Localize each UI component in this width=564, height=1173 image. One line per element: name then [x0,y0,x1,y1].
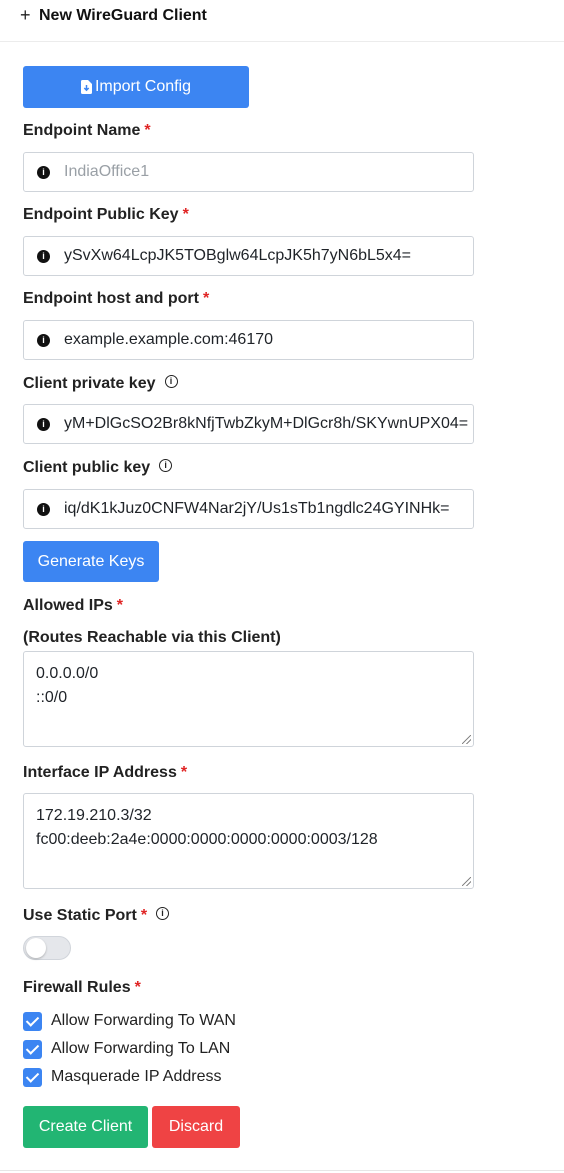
info-icon[interactable]: i [37,503,50,516]
endpoint-public-key-label: Endpoint Public Key * [23,206,189,224]
rule-masquerade[interactable]: Masquerade IP Address [23,1067,221,1087]
info-outline-icon[interactable]: i [164,375,178,389]
endpoint-public-key-label-text: Endpoint Public Key [23,206,179,223]
info-outline-icon[interactable]: i [159,459,173,473]
endpoint-host-port-input[interactable] [64,321,469,359]
info-icon[interactable]: i [37,166,50,179]
plus-icon: + [20,5,31,25]
interface-ip-label: Interface IP Address * [23,764,187,782]
allowed-ips-sublabel: (Routes Reachable via this Client) [23,629,281,646]
allowed-ips-label: Allowed IPs * [23,597,123,615]
discard-button[interactable]: Discard [152,1106,240,1148]
page-title: New WireGuard Client [39,7,207,24]
generate-keys-button[interactable]: Generate Keys [23,541,159,582]
endpoint-name-input[interactable] [64,153,469,191]
endpoint-host-port-label: Endpoint host and port * [23,290,209,308]
divider [0,1170,564,1171]
info-outline-icon[interactable]: i [156,907,170,921]
import-config-button[interactable]: Import Config [23,66,249,108]
interface-ip-line: fc00:deeb:2a4e:0000:0000:0000:0000:0003/… [36,831,378,848]
client-private-key-label: Client private key i [23,375,178,393]
endpoint-host-port-label-text: Endpoint host and port [23,290,199,307]
import-config-label: Import Config [94,78,192,95]
allowed-ip-line: 0.0.0.0/0 [36,665,99,682]
required-mark: * [202,290,210,307]
checkbox-checked-icon[interactable] [23,1039,42,1059]
client-public-key-label-text: Client public key [23,459,151,476]
endpoint-name-label: Endpoint Name * [23,122,151,140]
client-private-key-label-text: Client private key [23,375,156,392]
rule-label: Allow Forwarding To LAN [51,1040,231,1057]
info-icon[interactable]: i [37,418,50,431]
required-mark: * [134,979,141,996]
resize-handle-icon[interactable] [462,877,471,886]
allowed-ip-line: ::0/0 [36,689,68,706]
interface-ip-label-text: Interface IP Address [23,764,177,781]
required-mark: * [180,764,188,781]
rule-forward-lan[interactable]: Allow Forwarding To LAN [23,1039,230,1059]
checkbox-checked-icon[interactable] [23,1011,42,1031]
endpoint-public-key-input[interactable] [64,237,469,275]
client-public-key-label: Client public key i [23,459,173,477]
rule-label: Allow Forwarding To WAN [51,1012,236,1029]
create-client-button[interactable]: Create Client [23,1106,148,1148]
allowed-ips-textarea[interactable]: 0.0.0.0/0 ::0/0 [23,651,474,747]
resize-handle-icon[interactable] [462,735,471,744]
allowed-ips-label-text: Allowed IPs [23,597,113,614]
client-private-key-field: i [23,404,474,444]
rule-label: Masquerade IP Address [51,1068,222,1085]
checkbox-checked-icon[interactable] [23,1067,42,1087]
endpoint-host-port-field: i [23,320,474,360]
static-port-toggle[interactable] [23,936,71,960]
rule-forward-wan[interactable]: Allow Forwarding To WAN [23,1011,236,1031]
info-icon[interactable]: i [37,250,50,263]
page-header: + New WireGuard Client [0,0,564,42]
required-mark: * [182,206,189,223]
endpoint-public-key-field: i [23,236,474,276]
endpoint-name-label-text: Endpoint Name [23,122,141,139]
firewall-rules-label: Firewall Rules * [23,979,141,997]
static-port-label-text: Use Static Port [23,907,137,924]
required-mark: * [116,597,124,614]
client-public-key-field: i [23,489,474,529]
client-private-key-input[interactable] [64,405,469,443]
client-public-key-input[interactable] [64,490,469,528]
required-mark: * [140,907,148,924]
toggle-knob [26,938,46,958]
firewall-rules-label-text: Firewall Rules [23,979,131,996]
endpoint-name-field: i [23,152,474,192]
info-icon[interactable]: i [37,334,50,347]
file-import-icon [80,80,92,94]
required-mark: * [144,122,151,139]
interface-ip-textarea[interactable]: 172.19.210.3/32 fc00:deeb:2a4e:0000:0000… [23,793,474,889]
interface-ip-line: 172.19.210.3/32 [36,807,152,824]
static-port-label: Use Static Port * i [23,907,170,925]
